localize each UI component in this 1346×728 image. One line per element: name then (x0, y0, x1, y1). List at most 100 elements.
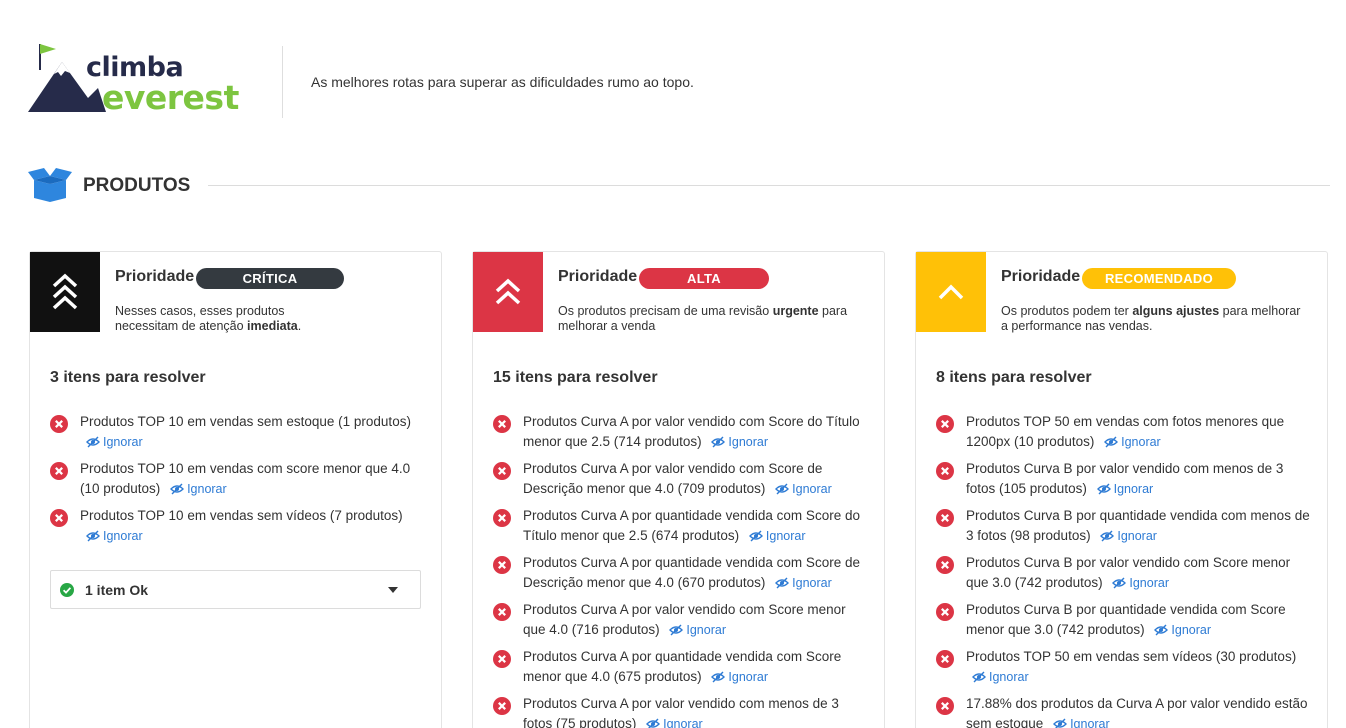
error-icon (936, 697, 954, 715)
list-item: Produtos Curva B por valor vendido com S… (936, 553, 1313, 593)
priority-label: Prioridade (1001, 268, 1081, 285)
list-item: Produtos TOP 10 em vendas sem estoque (1… (50, 412, 427, 452)
climba-everest-logo[interactable]: climba everest (28, 40, 258, 118)
error-icon (493, 697, 511, 715)
priority-card-critical: Prioridade CRÍTICA Nesses casos, esses p… (29, 251, 442, 728)
list-item: Produtos Curva A por quantidade vendida … (493, 647, 870, 687)
list-item: Produtos TOP 10 em vendas sem vídeos (7 … (50, 506, 427, 546)
error-icon (493, 415, 511, 433)
list-item: Produtos Curva B por valor vendido com m… (936, 459, 1313, 499)
item-text: Produtos Curva A por quantidade vendida … (523, 649, 842, 684)
ignore-link[interactable]: Ignorar (775, 479, 832, 499)
priority-badge: ALTA (639, 268, 769, 289)
item-text: Produtos Curva A por quantidade vendida … (523, 508, 860, 543)
priority-badge: RECOMENDADO (1082, 268, 1236, 289)
logo-wordmark-everest: everest (102, 78, 239, 117)
error-icon (936, 462, 954, 480)
eye-slash-icon (1104, 436, 1119, 448)
ignore-link[interactable]: Ignorar (972, 667, 1029, 687)
eye-slash-icon (646, 718, 661, 728)
eye-slash-icon (1096, 483, 1111, 495)
card-header: Prioridade ALTA Os produtos precisam de … (473, 252, 884, 333)
ignore-link[interactable]: Ignorar (1154, 620, 1211, 640)
eye-slash-icon (1053, 718, 1068, 728)
list-item: Produtos Curva A por valor vendido com S… (493, 600, 870, 640)
error-icon (493, 462, 511, 480)
error-icon (493, 556, 511, 574)
error-icon (50, 415, 68, 433)
error-icon (936, 556, 954, 574)
ignore-link[interactable]: Ignorar (711, 432, 768, 452)
ok-items-label: 1 item Ok (85, 582, 149, 598)
eye-slash-icon (1112, 577, 1127, 589)
item-text: Produtos TOP 50 em vendas sem vídeos (30… (966, 649, 1297, 664)
ignore-link[interactable]: Ignorar (1112, 573, 1169, 593)
error-icon (936, 415, 954, 433)
error-icon (936, 509, 954, 527)
ignore-link[interactable]: Ignorar (669, 620, 726, 640)
card-header: Prioridade RECOMENDADO Os produtos podem… (916, 252, 1327, 333)
ignore-link[interactable]: Ignorar (86, 432, 143, 452)
open-box-icon (28, 168, 72, 207)
error-icon (493, 509, 511, 527)
list-item: Produtos Curva A por quantidade vendida … (493, 553, 870, 593)
priority-indicator (30, 252, 100, 332)
item-text: Produtos Curva A por valor vendido com S… (523, 414, 860, 449)
caret-down-icon (388, 587, 398, 593)
priority-card-recommended: Prioridade RECOMENDADO Os produtos podem… (915, 251, 1328, 728)
ignore-link[interactable]: Ignorar (1096, 479, 1153, 499)
error-icon (50, 509, 68, 527)
section-title: PRODUTOS (83, 175, 191, 196)
list-item: Produtos Curva A por quantidade vendida … (493, 506, 870, 546)
ok-items-dropdown[interactable]: 1 item Ok (50, 570, 421, 609)
error-icon (493, 603, 511, 621)
items-to-resolve-count: 3 itens para resolver (50, 369, 206, 386)
page-header: climba everest As melhores rotas para su… (28, 40, 728, 122)
issue-list: Produtos TOP 50 em vendas com fotos meno… (936, 412, 1313, 728)
double-chevron-up-icon (495, 278, 521, 305)
ignore-link[interactable]: Ignorar (170, 479, 227, 499)
eye-slash-icon (1154, 624, 1169, 636)
issue-list: Produtos Curva A por valor vendido com S… (493, 412, 870, 728)
check-circle-icon (60, 583, 74, 597)
ignore-link[interactable]: Ignorar (646, 714, 703, 728)
priority-indicator (473, 252, 543, 332)
list-item: Produtos TOP 50 em vendas sem vídeos (30… (936, 647, 1313, 687)
ignore-link[interactable]: Ignorar (1100, 526, 1157, 546)
eye-slash-icon (170, 483, 185, 495)
list-item: 17.88% dos produtos da Curva A por valor… (936, 694, 1313, 728)
ignore-link[interactable]: Ignorar (1104, 432, 1161, 452)
section-divider (208, 185, 1330, 186)
list-item: Produtos Curva A por valor vendido com m… (493, 694, 870, 728)
eye-slash-icon (775, 483, 790, 495)
list-item: Produtos Curva B por quantidade vendida … (936, 506, 1313, 546)
ignore-link[interactable]: Ignorar (748, 526, 806, 546)
eye-slash-icon (669, 624, 684, 636)
list-item: Produtos Curva A por valor vendido com S… (493, 459, 870, 499)
eye-slash-icon (972, 671, 986, 683)
eye-slash-icon (86, 436, 100, 448)
item-text: Produtos Curva B por quantidade vendida … (966, 602, 1286, 637)
ignore-link[interactable]: Ignorar (711, 667, 768, 687)
priority-label: Prioridade (115, 268, 195, 285)
priority-label: Prioridade (558, 268, 638, 285)
error-icon (936, 603, 954, 621)
eye-slash-icon (748, 530, 763, 542)
item-text: Produtos TOP 10 em vendas com score meno… (80, 461, 411, 496)
item-text: Produtos TOP 10 em vendas sem estoque (1… (80, 414, 411, 429)
list-item: Produtos TOP 50 em vendas com fotos meno… (936, 412, 1313, 452)
list-item: Produtos Curva B por quantidade vendida … (936, 600, 1313, 640)
priority-description: Os produtos podem ter alguns ajustes par… (1001, 304, 1301, 333)
tagline: As melhores rotas para superar as dificu… (311, 74, 694, 90)
ignore-link[interactable]: Ignorar (775, 573, 832, 593)
priority-description: Nesses casos, esses produtos necessitam … (115, 304, 302, 333)
triple-chevron-up-icon (52, 273, 78, 310)
priority-indicator (916, 252, 986, 332)
priority-card-high: Prioridade ALTA Os produtos precisam de … (472, 251, 885, 728)
eye-slash-icon (86, 530, 100, 542)
list-item: Produtos Curva A por valor vendido com S… (493, 412, 870, 452)
ignore-link[interactable]: Ignorar (1053, 714, 1110, 728)
ignore-link[interactable]: Ignorar (86, 526, 143, 546)
error-icon (936, 650, 954, 668)
item-text: Produtos TOP 10 em vendas sem vídeos (7 … (80, 508, 403, 523)
